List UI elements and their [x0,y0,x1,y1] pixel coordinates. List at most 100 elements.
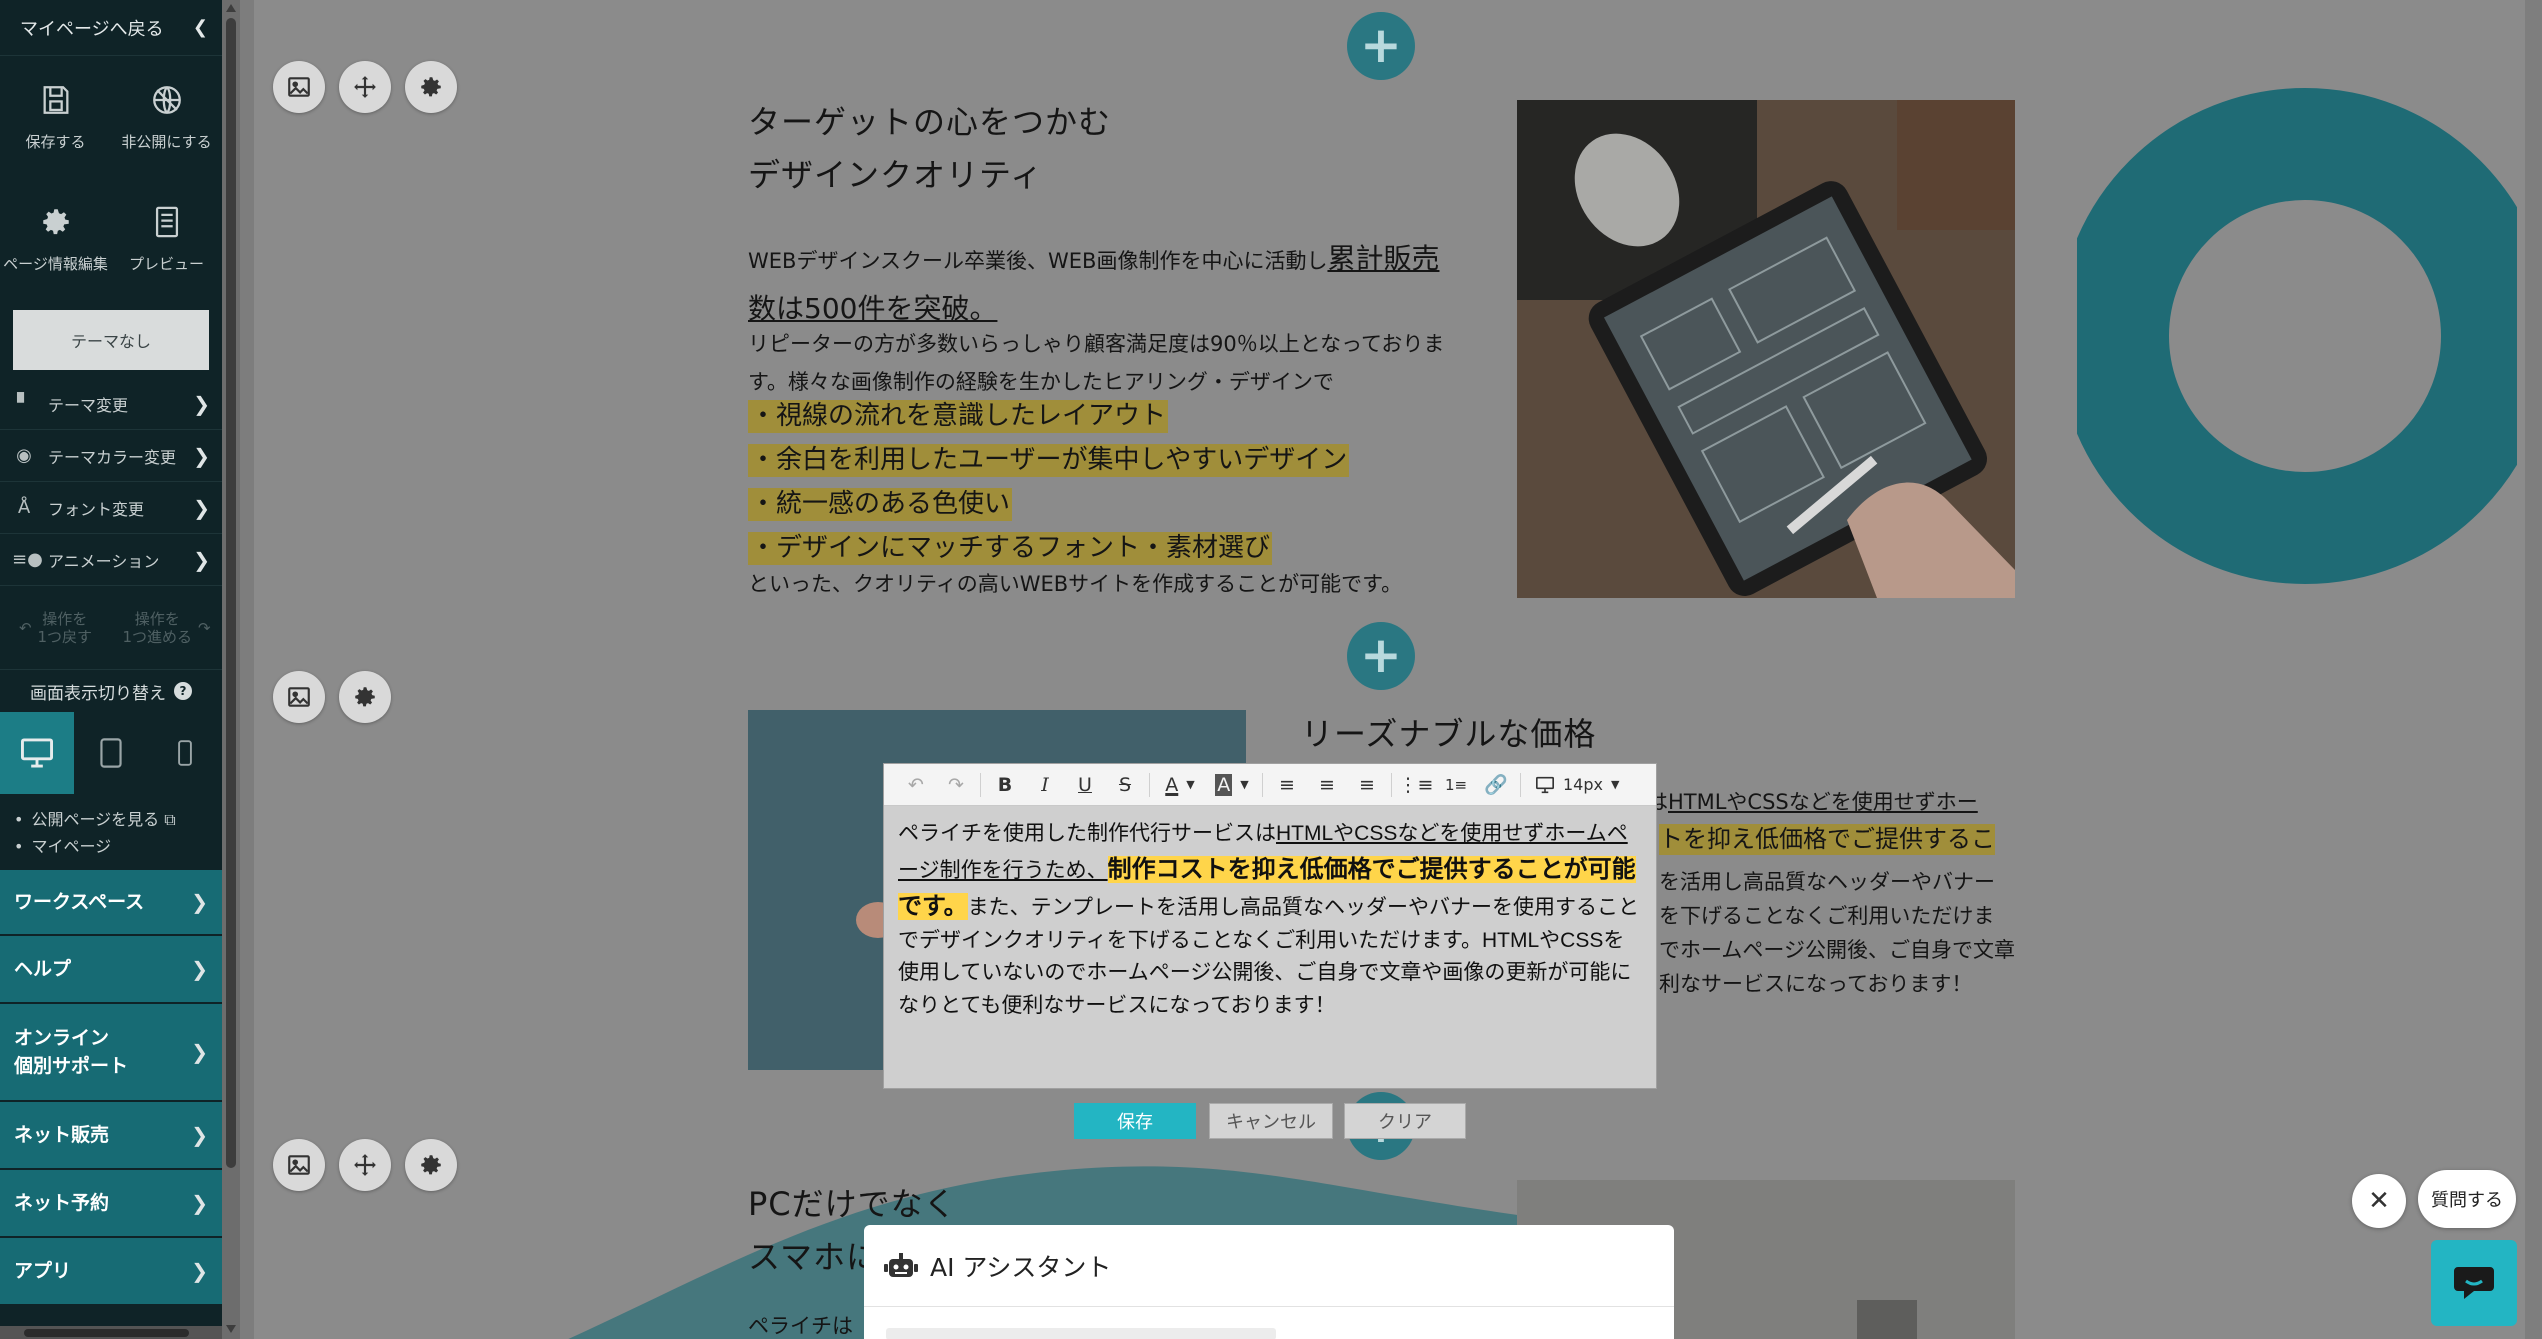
add-section-button[interactable]: + [1347,12,1415,80]
robot-icon [884,1252,918,1277]
decorative-ring [2077,88,2517,584]
undo-icon: ↶ [18,618,32,637]
redo-button[interactable]: 操作を 1つ進める ↷ [111,586,222,669]
redo-icon: ↷ [197,618,211,637]
preview-button[interactable]: プレビュー [111,178,222,300]
chevron-right-icon: ❯ [191,1259,208,1284]
bold-button[interactable]: B [985,764,1025,806]
underline-button[interactable]: U [1065,764,1105,806]
unpublish-label: 非公開にする [121,132,212,151]
italic-icon: I [1041,773,1049,796]
sidebar-item-label: ヘルプ [14,958,72,981]
highlight-icon: A [1215,773,1233,796]
sidebar-item-help[interactable]: ヘルプ ❯ [0,936,222,1005]
scroll-down-arrow[interactable] [226,1325,236,1333]
caret-down-icon: ▼ [1240,778,1249,791]
strikethrough-button[interactable]: S [1105,764,1145,806]
save-page-button[interactable]: 保存する [0,56,111,178]
ask-question-bubble[interactable]: 質問する [2418,1170,2516,1228]
desktop-view-button[interactable] [0,712,74,794]
display-switch-title: 画面表示切り替え ? [0,670,222,712]
tablet-desk-photo [1517,100,2015,598]
theme-none-button[interactable]: テーマなし [13,310,209,370]
sidebar-item-online-support[interactable]: オンライン 個別サポート ❯ [0,1004,222,1103]
scroll-up-arrow[interactable] [226,4,236,12]
highlight-color-button[interactable]: A ▼ [1206,764,1258,806]
sidebar-item-font-change[interactable]: Å フォント変更 ❯ [0,482,222,534]
chat-support-button[interactable] [2431,1240,2517,1326]
image-icon [288,77,310,97]
numbered-list-button[interactable]: 1≡ [1436,764,1476,806]
page-info-edit-button[interactable]: ページ情報編集 [0,178,111,300]
section-settings-button[interactable] [405,61,457,113]
move-section-button[interactable] [339,61,391,113]
desktop-icon [1536,776,1554,793]
back-to-mypage-link[interactable]: マイページへ戻る ❮ [0,0,222,56]
undo-label: 操作を 1つ戻す [37,609,93,646]
sidebar-horizontal-scrollbar[interactable] [0,1326,222,1339]
undo-button[interactable]: ↶ 操作を 1つ戻す [0,586,111,669]
editor-clear-button[interactable]: クリア [1344,1103,1466,1139]
page-info-edit-label: ページ情報編集 [3,254,108,273]
mypage-link[interactable]: マイページ [14,833,222,860]
unpublish-button[interactable]: 非公開にする [111,56,222,178]
text-color-button[interactable]: A ▼ [1154,764,1206,806]
tablet-icon [100,738,122,768]
canvas-gutter [240,0,254,1339]
editor-cancel-button[interactable]: キャンセル [1209,1103,1333,1139]
tablet-view-button[interactable] [74,712,148,794]
gear-icon [42,208,69,234]
preview-icon [155,206,178,237]
editor-content-area[interactable]: ペライチを使用した制作代行サービスはHTMLやCSSなどを使用せずホームページ制… [884,806,1656,1035]
sidebar-item-net-reservation[interactable]: ネット予約 ❯ [0,1170,222,1239]
font-size-select[interactable]: 14px ▼ [1525,775,1629,794]
move-section-button[interactable] [339,1139,391,1191]
editor-sidebar: マイページへ戻る ❮ 保存する 非公開にする ページ情報編集 プレビュー テーマ… [0,0,222,1339]
align-center-button[interactable]: ≡ [1307,764,1347,806]
page-scrollbar[interactable] [2525,0,2542,1339]
chevron-left-icon: ❮ [192,17,208,38]
section-settings-button[interactable] [405,1139,457,1191]
sidebar-item-theme-change[interactable]: ▘ テーマ変更 ❯ [0,378,222,430]
align-left-button[interactable]: ≡ [1267,764,1307,806]
sidebar-scrollbar[interactable] [222,0,240,1339]
close-help-bubble-button[interactable]: ✕ [2352,1174,2406,1228]
section-settings-button[interactable] [339,671,391,723]
section2-bg-line4: を下げることなくご利用いただけま [1659,904,1995,928]
mobile-view-button[interactable] [148,712,222,794]
editor-save-button[interactable]: 保存 [1074,1103,1196,1139]
undo-button[interactable]: ↶ [896,764,936,806]
section1-bullet: ・デザインにマッチするフォント・素材選び [748,532,1273,565]
view-public-page-link[interactable]: 公開ページを見る ⧉ [14,806,222,833]
scrollbar-thumb[interactable] [226,18,236,1168]
bullet-list-button[interactable]: ⋮≡ [1396,764,1436,806]
section1-title-line2: デザインクオリティ [748,155,1044,194]
scrollbar-thumb[interactable] [24,1329,189,1337]
undo-redo-row: ↶ 操作を 1つ戻す 操作を 1つ進める ↷ [0,586,222,670]
image-settings-button[interactable] [273,61,325,113]
ai-assistant-input[interactable] [886,1328,1276,1339]
image-settings-button[interactable] [273,1139,325,1191]
section1-para-a: WEBデザインスクール卒業後、WEB画像制作を中心に活動し累計販売数は500件を… [748,234,1464,335]
section2-bg-line1-link: HTMLやCSSなどを使用せずホー [1668,790,1978,814]
sidebar-item-apps[interactable]: アプリ ❯ [0,1238,222,1307]
help-icon[interactable]: ? [174,682,192,700]
sidebar-item-workspace[interactable]: ワークスペース ❯ [0,870,222,937]
image-settings-button[interactable] [273,671,325,723]
back-to-mypage-label: マイページへ戻る [20,18,164,40]
sidebar-item-label: オンライン 個別サポート [14,1026,129,1078]
add-section-button[interactable]: + [1347,622,1415,690]
italic-button[interactable]: I [1025,764,1065,806]
sidebar-item-net-sales[interactable]: ネット販売 ❯ [0,1102,222,1171]
close-icon: ✕ [2368,1186,2390,1216]
underline-icon: U [1078,773,1092,796]
sidebar-item-label: ネット販売 [14,1124,110,1147]
sidebar-item-animation[interactable]: ≡● アニメーション ❯ [0,534,222,586]
sidebar-item-theme-color[interactable]: ◉ テーマカラー変更 ❯ [0,430,222,482]
align-right-button[interactable]: ≡ [1347,764,1387,806]
align-right-icon: ≡ [1359,773,1375,796]
font-size-value: 14px [1563,775,1603,794]
plus-icon: + [1360,626,1402,684]
redo-button[interactable]: ↷ [936,764,976,806]
link-button[interactable]: 🔗 [1476,764,1516,806]
